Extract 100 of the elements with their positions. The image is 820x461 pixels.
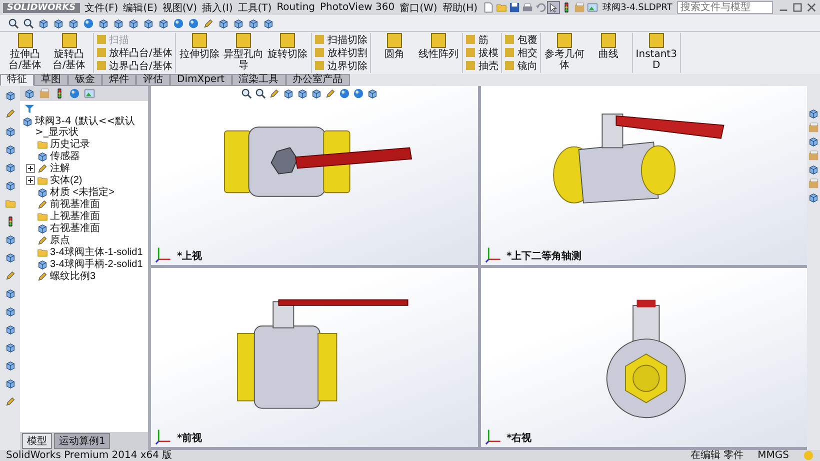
filter-icon[interactable] bbox=[24, 103, 35, 114]
cube-icon[interactable] bbox=[24, 88, 35, 99]
pencil-icon[interactable] bbox=[37, 198, 48, 210]
cube-icon[interactable] bbox=[37, 222, 48, 234]
cube-icon[interactable] bbox=[233, 18, 244, 28]
ribbon-button[interactable]: 参考几何体 bbox=[543, 33, 586, 73]
close-icon[interactable] bbox=[806, 2, 817, 13]
ribbon-button[interactable]: Instant3D bbox=[635, 33, 678, 73]
command-tab[interactable]: 焊件 bbox=[102, 74, 136, 86]
command-tab[interactable]: 草图 bbox=[34, 74, 68, 86]
cube-icon[interactable] bbox=[158, 18, 169, 28]
cube-icon[interactable] bbox=[283, 88, 294, 99]
ribbon-button[interactable]: 扫描切除 bbox=[314, 33, 368, 46]
menu-item[interactable]: 帮助(H) bbox=[442, 0, 478, 14]
cube-icon[interactable] bbox=[218, 18, 229, 28]
cube-icon[interactable] bbox=[37, 258, 48, 270]
cube-icon[interactable] bbox=[808, 108, 819, 119]
expand-toggle[interactable] bbox=[26, 164, 35, 172]
ribbon-button[interactable]: 放样凸台/基体 bbox=[96, 46, 172, 59]
menu-item[interactable]: 视图(V) bbox=[162, 0, 197, 14]
sphere-icon[interactable] bbox=[69, 88, 80, 99]
sphere-icon[interactable] bbox=[83, 18, 94, 28]
sphere-icon[interactable] bbox=[339, 88, 350, 99]
ribbon-button[interactable]: 包覆 bbox=[504, 33, 538, 46]
command-tab[interactable]: DimXpert bbox=[170, 74, 232, 86]
ribbon-button[interactable]: 异型孔向导 bbox=[222, 33, 264, 73]
pencil-icon[interactable] bbox=[4, 270, 16, 281]
tree-item[interactable]: 前视基准面 bbox=[50, 197, 100, 211]
document-icon[interactable] bbox=[482, 2, 494, 13]
cube-icon[interactable] bbox=[4, 90, 16, 101]
cube-icon[interactable] bbox=[248, 18, 259, 28]
cube-icon[interactable] bbox=[4, 342, 16, 353]
pencil-icon[interactable] bbox=[37, 270, 48, 282]
floppy-icon[interactable] bbox=[508, 2, 520, 13]
command-tab[interactable]: 办公室产品 bbox=[286, 74, 350, 86]
panel-tab[interactable]: 模型 bbox=[22, 433, 52, 449]
picture-icon[interactable] bbox=[84, 88, 95, 99]
picture-icon[interactable] bbox=[586, 2, 598, 13]
zoom-icon[interactable] bbox=[241, 88, 252, 99]
command-tab[interactable]: 特征 bbox=[0, 74, 34, 86]
cube-icon[interactable] bbox=[297, 88, 308, 99]
cube-icon[interactable] bbox=[143, 18, 154, 28]
pencil-icon[interactable] bbox=[203, 18, 214, 28]
sphere-icon[interactable] bbox=[173, 18, 184, 28]
tree-item[interactable]: 传感器 bbox=[50, 149, 80, 163]
cube-icon[interactable] bbox=[263, 18, 274, 28]
ribbon-button[interactable]: 拔模 bbox=[465, 46, 498, 59]
cube-icon[interactable] bbox=[22, 116, 33, 127]
cube-icon[interactable] bbox=[4, 378, 16, 389]
pencil-icon[interactable] bbox=[269, 88, 280, 99]
cube-icon[interactable] bbox=[128, 18, 139, 28]
tree-item[interactable]: 原点 bbox=[50, 233, 70, 247]
ribbon-button[interactable]: 拉伸凸台/基体 bbox=[4, 33, 46, 73]
menu-item[interactable]: PhotoView 360 bbox=[320, 2, 395, 13]
viewport[interactable]: *右视 bbox=[480, 268, 807, 447]
tree-root-label[interactable]: 球阀3-4 (默认<<默认>_显示状 bbox=[35, 116, 148, 138]
ribbon-button[interactable]: 边界凸台/基体 bbox=[96, 59, 172, 72]
cube-icon[interactable] bbox=[4, 126, 16, 137]
cube-icon[interactable] bbox=[808, 136, 819, 147]
ribbon-button[interactable]: 圆角 bbox=[373, 33, 416, 73]
cube-icon[interactable] bbox=[808, 164, 819, 175]
command-tab[interactable]: 钣金 bbox=[68, 74, 102, 86]
menu-item[interactable]: 编辑(E) bbox=[123, 0, 158, 14]
ribbon-button[interactable]: 旋转凸台/基体 bbox=[48, 33, 90, 73]
cube-icon[interactable] bbox=[68, 18, 79, 28]
ribbon-button[interactable]: 放样切割 bbox=[314, 46, 368, 59]
tree-item[interactable]: 右视基准面 bbox=[50, 221, 100, 235]
tree-item[interactable]: 3-4球阀手柄-2-solid1 bbox=[50, 257, 143, 271]
cube-icon[interactable] bbox=[4, 360, 16, 371]
command-tab[interactable]: 渲染工具 bbox=[232, 74, 286, 86]
ribbon-button[interactable]: 边界切除 bbox=[314, 59, 368, 72]
cube-icon[interactable] bbox=[4, 306, 16, 317]
cube-icon[interactable] bbox=[4, 234, 16, 245]
folder-icon[interactable] bbox=[4, 198, 16, 209]
cube-icon[interactable] bbox=[38, 18, 49, 28]
ribbon-button[interactable]: 拉伸切除 bbox=[178, 33, 220, 73]
cursor-icon[interactable] bbox=[548, 2, 559, 13]
printer-icon[interactable] bbox=[522, 2, 533, 13]
cube-icon[interactable] bbox=[37, 186, 48, 198]
expand-toggle[interactable] bbox=[26, 176, 35, 184]
cube-icon[interactable] bbox=[4, 252, 16, 263]
tree-item[interactable]: 材质 <未指定> bbox=[50, 185, 114, 199]
ribbon-button[interactable]: 旋转切除 bbox=[266, 33, 308, 73]
cube-icon[interactable] bbox=[113, 18, 124, 28]
pencil-icon[interactable] bbox=[325, 88, 336, 99]
tree-item[interactable]: 注解 bbox=[50, 161, 70, 175]
pencil-icon[interactable] bbox=[4, 396, 16, 407]
menu-item[interactable]: 工具(T) bbox=[238, 0, 272, 14]
tree-item[interactable]: 螺纹比例3 bbox=[50, 269, 96, 283]
cube-icon[interactable] bbox=[4, 324, 16, 335]
cube-icon[interactable] bbox=[808, 192, 819, 203]
menu-item[interactable]: 窗口(W) bbox=[400, 0, 438, 14]
sphere-icon[interactable] bbox=[353, 88, 364, 99]
cube-icon[interactable] bbox=[53, 18, 64, 28]
zoom-icon[interactable] bbox=[23, 18, 34, 28]
cube-icon[interactable] bbox=[4, 180, 16, 191]
viewport[interactable]: *上视 bbox=[151, 86, 478, 265]
ribbon-button[interactable]: 抽壳 bbox=[465, 59, 498, 72]
ribbon-button[interactable]: 镜向 bbox=[504, 59, 538, 72]
pencil-icon[interactable] bbox=[37, 162, 48, 174]
